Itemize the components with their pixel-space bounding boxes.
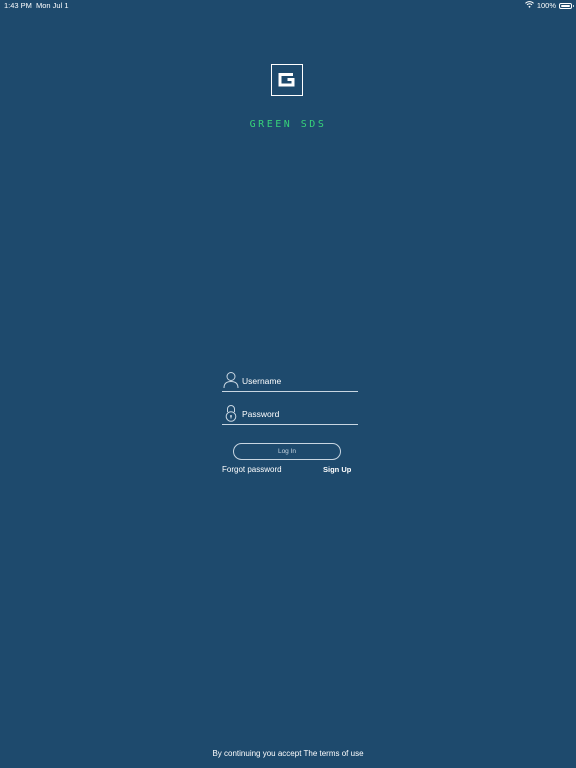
battery-percent: 100% — [536, 1, 556, 10]
sign-up-link[interactable]: Sign Up — [323, 465, 351, 474]
forgot-password-link[interactable]: Forgot password — [222, 465, 282, 474]
terms-of-use-text[interactable]: By continuing you accept The terms of us… — [0, 749, 576, 758]
status-indicators: 100% — [524, 0, 574, 12]
battery-icon — [559, 3, 574, 9]
status-date: Mon Jul 1 — [36, 1, 69, 10]
battery-level — [561, 5, 570, 7]
g-logo-icon — [271, 64, 303, 96]
brand-name: GREEN SDS — [249, 119, 327, 130]
user-icon — [222, 371, 240, 389]
username-field[interactable] — [222, 371, 358, 392]
username-input[interactable] — [242, 373, 356, 389]
login-button[interactable]: Log In — [233, 443, 341, 460]
wifi-icon — [524, 0, 534, 12]
password-field[interactable] — [222, 404, 358, 425]
login-screen: 1:43 PM Mon Jul 1 100% GREEN SDS Usernam… — [0, 0, 576, 768]
lock-icon — [222, 404, 240, 422]
status-bar: 1:43 PM Mon Jul 1 100% — [0, 0, 576, 12]
password-input[interactable] — [242, 406, 356, 422]
status-time: 1:43 PM — [4, 1, 32, 10]
